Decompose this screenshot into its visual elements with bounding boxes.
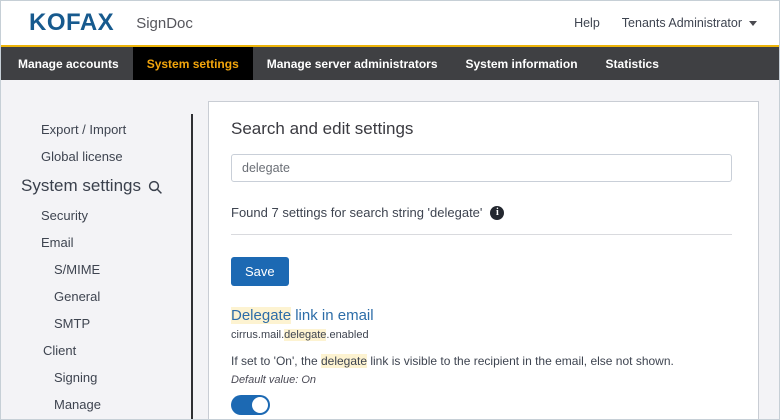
setting-description: If set to 'On', the delegate link is vis… [231, 354, 732, 368]
sidebar: Export / Import Global license System se… [1, 80, 192, 420]
tab-system-information[interactable]: System information [452, 47, 592, 80]
sidebar-item-client[interactable]: Client [1, 337, 192, 364]
page-title: Search and edit settings [231, 119, 732, 139]
setting-key-after: .enabled [326, 329, 368, 341]
setting-desc-highlight: delegate [321, 354, 367, 368]
sidebar-item-signing[interactable]: Signing [1, 364, 192, 391]
sidebar-item-global-license[interactable]: Global license [1, 143, 192, 170]
setting-toggle[interactable] [231, 395, 270, 415]
setting-title-rest: link in email [291, 307, 374, 324]
sidebar-item-export-import[interactable]: Export / Import [1, 116, 192, 143]
toggle-knob [252, 397, 268, 413]
setting-desc-before: If set to 'On', the [231, 354, 321, 368]
setting-desc-after: link is visible to the recipient in the … [367, 354, 674, 368]
sidebar-item-security[interactable]: Security [1, 202, 192, 229]
main-nav: Manage accounts System settings Manage s… [1, 47, 779, 80]
user-menu[interactable]: Tenants Administrator [622, 16, 757, 30]
header-right: Help Tenants Administrator [574, 16, 757, 30]
sidebar-item-smtp[interactable]: SMTP [1, 310, 192, 337]
tab-statistics[interactable]: Statistics [592, 47, 673, 80]
search-icon [148, 180, 163, 195]
search-result-row: Found 7 settings for search string 'dele… [231, 205, 732, 220]
sidebar-system-settings-label: System settings [21, 170, 141, 202]
help-link[interactable]: Help [574, 16, 600, 30]
app-header: KOFAX SignDoc Help Tenants Administrator [1, 1, 779, 45]
divider [231, 234, 732, 235]
setting-key-before: cirrus.mail. [231, 329, 284, 341]
setting-key-highlight: delegate [284, 329, 326, 341]
default-value-label: Default value: On [231, 374, 732, 386]
tab-manage-server-administrators[interactable]: Manage server administrators [253, 47, 452, 80]
sidebar-item-general[interactable]: General [1, 283, 192, 310]
search-result-text: Found 7 settings for search string 'dele… [231, 205, 482, 220]
settings-search-input[interactable] [231, 154, 732, 182]
tab-manage-accounts[interactable]: Manage accounts [4, 47, 133, 80]
setting-title-highlight: Delegate [231, 307, 291, 324]
save-button[interactable]: Save [231, 257, 289, 286]
info-icon[interactable]: i [490, 206, 504, 220]
sidebar-separator [191, 114, 193, 420]
page-body: Export / Import Global license System se… [1, 80, 779, 420]
sidebar-item-smime[interactable]: S/MIME [1, 256, 192, 283]
app-window: KOFAX SignDoc Help Tenants Administrator… [0, 0, 780, 420]
setting-key: cirrus.mail.delegate.enabled [231, 329, 732, 341]
chevron-down-icon [749, 21, 757, 26]
product-name: SignDoc [136, 15, 193, 32]
kofax-logo: KOFAX [29, 11, 114, 35]
sidebar-item-system-settings[interactable]: System settings [1, 170, 192, 202]
sidebar-item-manage[interactable]: Manage [1, 391, 192, 418]
setting-delegate-link: Delegate link in email cirrus.mail.deleg… [231, 307, 732, 415]
settings-card: Search and edit settings Found 7 setting… [208, 101, 759, 420]
sidebar-item-email[interactable]: Email [1, 229, 192, 256]
tab-system-settings[interactable]: System settings [133, 47, 253, 80]
user-menu-label: Tenants Administrator [622, 16, 742, 30]
setting-title-link[interactable]: Delegate link in email [231, 307, 374, 324]
